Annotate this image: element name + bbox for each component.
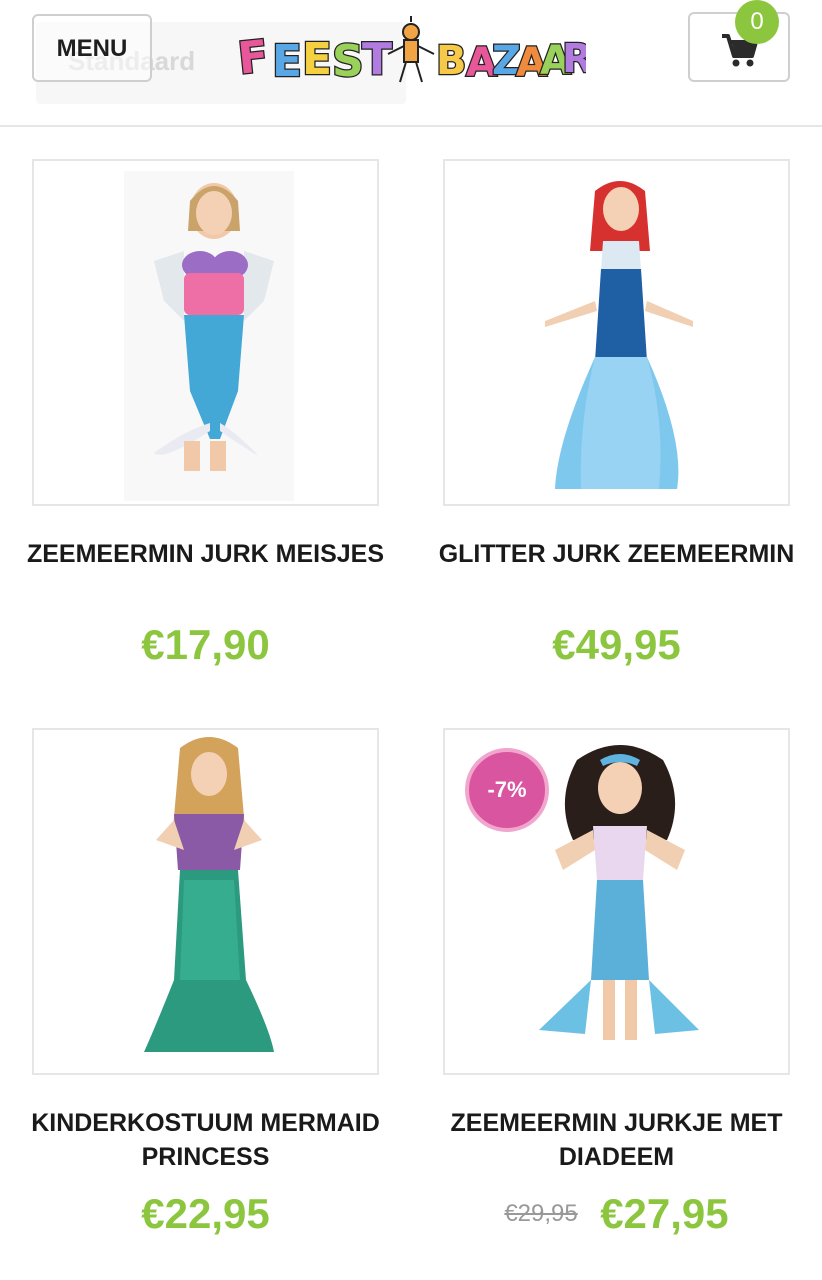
product-old-price: €29,95 [504,1200,578,1227]
svg-text:S: S [332,36,364,87]
product-price: €17,90 [141,621,270,668]
feestbazaar-logo[interactable]: F E E S T B A Z A A R [236,16,586,88]
svg-text:F: F [236,31,271,85]
product-name[interactable]: KINDERKOSTUUM MERMAID PRINCESS [12,1106,399,1174]
mermaid-costume-image [545,181,693,489]
menu-button[interactable]: MENU [32,14,152,82]
site-header: Standaard MENU F E E S T B A Z A A R [0,0,822,127]
price-row: €22,95 [12,1190,399,1238]
svg-text:R: R [562,36,586,82]
svg-text:E: E [272,36,302,87]
price-row: €29,95 €27,95 [423,1190,810,1238]
product-price: €22,95 [141,1190,270,1237]
product-image[interactable] [32,159,379,506]
svg-text:B: B [436,38,467,84]
price-row: €17,90 [12,621,399,669]
product-image[interactable]: -7% [443,728,790,1075]
product-image[interactable] [32,728,379,1075]
product-price: €49,95 [552,621,681,668]
discount-badge: -7% [465,748,549,832]
product-name[interactable]: ZEEMEERMIN JURK MEISJES [12,537,399,571]
product-name[interactable]: GLITTER JURK ZEEMEERMIN [423,537,810,571]
mermaid-costume-image [124,171,294,501]
cart-count-badge: 0 [735,0,779,44]
product-name[interactable]: ZEEMEERMIN JURKJE MET DIADEEM [423,1106,810,1174]
price-row: €49,95 [423,621,810,669]
product-image[interactable] [443,159,790,506]
product-price: €27,95 [600,1190,729,1237]
svg-text:E: E [302,34,332,85]
svg-text:T: T [362,34,392,85]
mermaid-costume-image [144,737,274,1052]
